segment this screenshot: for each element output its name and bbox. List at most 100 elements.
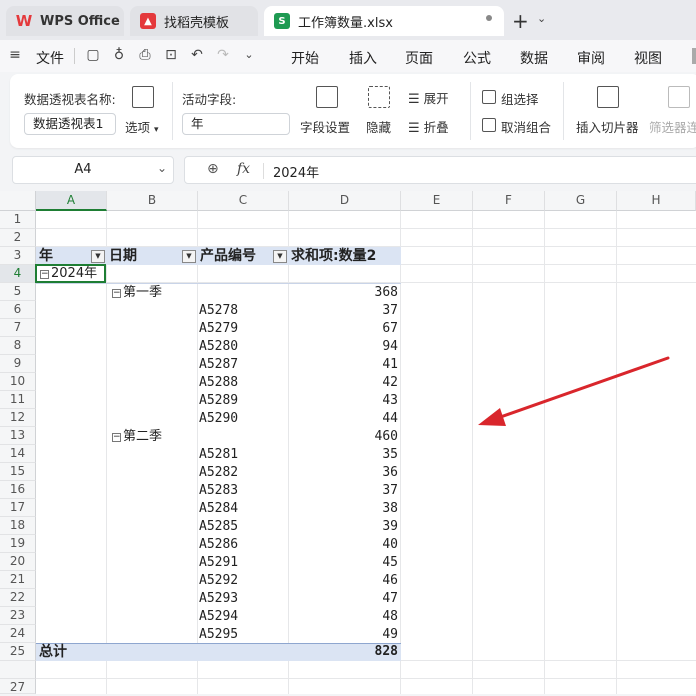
field-settings-icon[interactable] xyxy=(316,86,338,108)
hide-button[interactable]: 隐藏 xyxy=(366,117,391,136)
pivot-product-code: A5280 xyxy=(199,339,239,354)
column-header-d[interactable]: D xyxy=(289,191,401,211)
collapse-toggle-icon[interactable]: − xyxy=(112,433,121,442)
pivot-year-cell[interactable]: −2024年 xyxy=(40,265,97,283)
print-icon[interactable]: ⎙ xyxy=(136,46,154,64)
row-header[interactable]: 16 xyxy=(0,481,36,499)
row-header[interactable]: 24 xyxy=(0,625,36,643)
row-header[interactable]: 9 xyxy=(0,355,36,373)
expand-button[interactable]: ☰ 展开 xyxy=(408,88,449,107)
row-header[interactable]: 2 xyxy=(0,229,36,247)
field-settings-button[interactable]: 字段设置 xyxy=(300,117,350,136)
row-header[interactable]: 20 xyxy=(0,553,36,571)
unsaved-dot-icon[interactable] xyxy=(486,15,492,21)
row-header[interactable]: 1 xyxy=(0,211,36,229)
name-box[interactable]: A4 ⌄ xyxy=(12,156,174,184)
row-header[interactable]: 25 xyxy=(0,643,36,661)
menu-view[interactable]: 视图 xyxy=(634,48,662,68)
column-header-a[interactable]: A xyxy=(36,191,107,211)
column-header-h[interactable]: H xyxy=(617,191,696,211)
row-header[interactable]: 23 xyxy=(0,607,36,625)
menu-formula[interactable]: 公式 xyxy=(463,48,491,68)
insert-slicer-icon[interactable] xyxy=(597,86,619,108)
row-header-active[interactable]: 4 xyxy=(0,265,36,283)
pivot-product-qty: 43 xyxy=(382,393,398,408)
menu-data[interactable]: 数据 xyxy=(520,48,548,68)
ungroup-button[interactable]: 取消组合 xyxy=(501,117,551,136)
row-header[interactable]: 14 xyxy=(0,445,36,463)
filter-dropdown-year[interactable]: ▼ xyxy=(91,250,105,263)
pivot-q2-cell[interactable]: − 第二季 xyxy=(112,428,162,446)
pivot-product-qty: 45 xyxy=(382,555,398,570)
hide-icon[interactable] xyxy=(368,86,390,108)
column-header-b[interactable]: B xyxy=(107,191,198,211)
collapse-button[interactable]: ☰ 折叠 xyxy=(408,117,449,136)
save-icon[interactable]: ▢ xyxy=(84,46,102,64)
insert-slicer-button[interactable]: 插入切片器 xyxy=(576,117,639,136)
row-header[interactable]: 15 xyxy=(0,463,36,481)
redo-icon[interactable]: ↷ xyxy=(214,46,232,64)
new-tab-plus-icon[interactable]: + xyxy=(512,9,529,33)
row-header[interactable]: 17 xyxy=(0,499,36,517)
row-header[interactable]: 18 xyxy=(0,517,36,535)
hamburger-menu-icon[interactable]: ≡ xyxy=(6,46,24,64)
menu-insert[interactable]: 插入 xyxy=(349,48,377,68)
row-header[interactable]: 13 xyxy=(0,427,36,445)
column-header-f[interactable]: F xyxy=(473,191,545,211)
group-selection-button[interactable]: 组选择 xyxy=(501,89,539,108)
row-header[interactable]: 7 xyxy=(0,319,36,337)
menu-home[interactable]: 开始 xyxy=(291,48,319,68)
row-header[interactable]: 3 xyxy=(0,247,36,265)
ribbon-divider xyxy=(563,82,564,140)
filter-dropdown-product[interactable]: ▼ xyxy=(273,250,287,263)
column-header-e[interactable]: E xyxy=(401,191,473,211)
fx-icon[interactable]: fx xyxy=(237,161,250,177)
more-chevron-icon[interactable]: ⌄ xyxy=(240,46,258,64)
pivot-product-code: A5291 xyxy=(199,555,239,570)
chevron-down-icon[interactable]: ⌄ xyxy=(537,12,546,25)
row-header[interactable]: 6 xyxy=(0,301,36,319)
row-header[interactable]: 19 xyxy=(0,535,36,553)
chevron-down-icon[interactable]: ⌄ xyxy=(157,161,167,175)
tab-docer[interactable]: ▲ 找稻壳模板 xyxy=(130,6,258,36)
column-header-c[interactable]: C xyxy=(198,191,289,211)
row-header[interactable]: 27 xyxy=(0,679,36,694)
pivot-product-qty: 36 xyxy=(382,465,398,480)
filter-connection-icon[interactable] xyxy=(668,86,690,108)
select-all-corner[interactable] xyxy=(0,191,36,211)
zoom-search-icon[interactable]: ⊕ xyxy=(207,161,219,177)
row-header-partial[interactable] xyxy=(0,661,36,679)
column-header-g[interactable]: G xyxy=(545,191,617,211)
tab-workbook[interactable]: S 工作簿数量.xlsx xyxy=(264,6,504,36)
menu-review[interactable]: 审阅 xyxy=(577,48,605,68)
pivot-product-code: A5285 xyxy=(199,519,239,534)
share-icon[interactable]: ♁ xyxy=(110,46,128,64)
filter-connection-button[interactable]: 筛选器连 xyxy=(649,117,696,136)
menu-file[interactable]: 文件 xyxy=(36,48,64,68)
filter-dropdown-date[interactable]: ▼ xyxy=(182,250,196,263)
pivot-product-qty: 46 xyxy=(382,573,398,588)
row-header[interactable]: 5 xyxy=(0,283,36,301)
options-button[interactable]: 选项 ▾ xyxy=(125,117,159,136)
formula-input[interactable]: 2024年 xyxy=(273,162,319,181)
collapse-toggle-icon[interactable]: − xyxy=(40,270,49,279)
row-header[interactable]: 10 xyxy=(0,373,36,391)
pivot-name-input[interactable]: 数据透视表1 xyxy=(24,113,116,135)
pivot-header-sum: 求和项:数量2 xyxy=(291,248,377,264)
undo-icon[interactable]: ↶ xyxy=(188,46,206,64)
tab-wps-office[interactable]: W WPS Office xyxy=(6,6,124,36)
row-header[interactable]: 12 xyxy=(0,409,36,427)
menu-page[interactable]: 页面 xyxy=(405,48,433,68)
pivot-table-icon[interactable] xyxy=(132,86,154,108)
row-header[interactable]: 22 xyxy=(0,589,36,607)
row-header[interactable]: 11 xyxy=(0,391,36,409)
pivot-q1-cell[interactable]: − 第一季 xyxy=(112,284,162,302)
collapse-toggle-icon[interactable]: − xyxy=(112,289,121,298)
collapse-icon: ☰ xyxy=(408,121,420,136)
row-header[interactable]: 21 xyxy=(0,571,36,589)
row-header[interactable]: 8 xyxy=(0,337,36,355)
active-field-input[interactable]: 年 xyxy=(182,113,290,135)
pivot-product-code: A5283 xyxy=(199,483,239,498)
print-preview-icon[interactable]: ⊡ xyxy=(162,46,180,64)
formula-bar[interactable]: ⊕ fx 2024年 xyxy=(184,156,696,184)
